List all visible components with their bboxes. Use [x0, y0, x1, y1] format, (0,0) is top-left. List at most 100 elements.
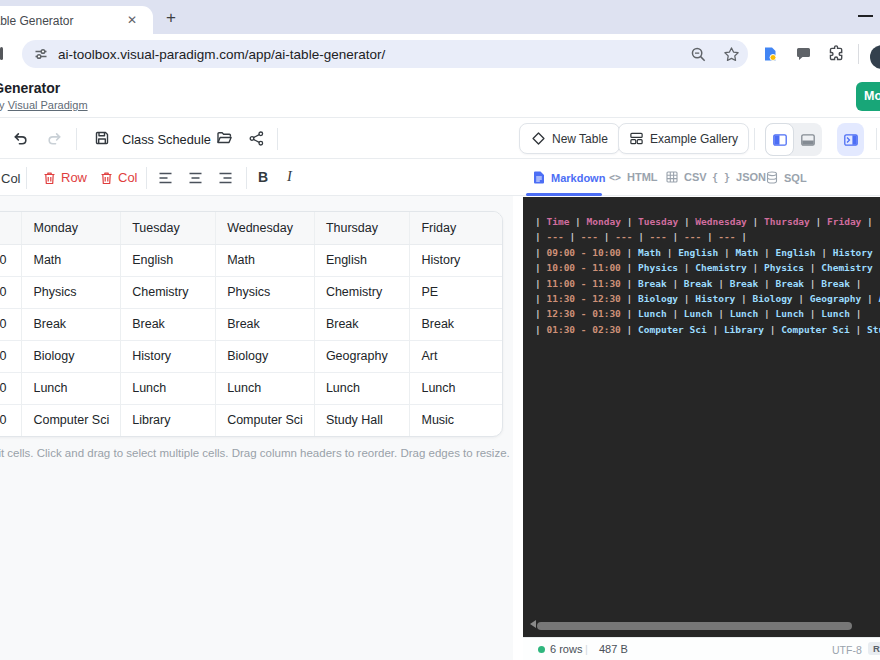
- format-badge[interactable]: RAW: [868, 642, 880, 655]
- time-cell[interactable]: 12:30 - 01:30: [0, 372, 22, 404]
- table-cell[interactable]: Math: [22, 244, 121, 276]
- chat-bubble-icon[interactable]: [796, 47, 811, 61]
- divider: [26, 167, 27, 189]
- visual-paradigm-link[interactable]: Visual Paradigm: [8, 99, 88, 111]
- delete-col-button[interactable]: Col: [100, 170, 138, 185]
- redo-icon[interactable]: [46, 130, 63, 147]
- table-cell[interactable]: English: [121, 244, 216, 276]
- split-vertical-button[interactable]: [765, 123, 794, 156]
- site-settings-icon[interactable]: [34, 47, 48, 61]
- bookmark-star-icon[interactable]: [723, 46, 740, 63]
- tab-close-icon[interactable]: ✕: [125, 13, 139, 27]
- table-row: 09:00 - 10:00MathEnglishMathEnglishHisto…: [0, 244, 502, 276]
- italic-button[interactable]: I: [287, 168, 292, 185]
- app-byline: by Visual Paradigm: [0, 99, 88, 111]
- new-table-button[interactable]: New Table: [519, 123, 620, 154]
- table-row: 11:30 - 12:30BiologyHistoryBiologyGeogra…: [0, 340, 502, 372]
- undo-icon[interactable]: [12, 130, 29, 147]
- table-cell[interactable]: Break: [216, 308, 315, 340]
- table-row: 12:30 - 01:30LunchLunchLunchLunchLunch: [0, 372, 502, 404]
- time-cell[interactable]: 01:30 - 02:30: [0, 404, 22, 436]
- active-tab-underline: [526, 193, 602, 196]
- time-cell[interactable]: 11:30 - 12:30: [0, 340, 22, 372]
- table-cell[interactable]: Biology: [216, 340, 315, 372]
- browser-tab[interactable]: AI Table Generator ✕: [0, 6, 153, 34]
- column-header[interactable]: Tuesday: [121, 212, 216, 244]
- new-tab-button[interactable]: +: [161, 8, 181, 28]
- example-gallery-button[interactable]: Example Gallery: [618, 123, 749, 154]
- tab-html[interactable]: <> HTML: [609, 171, 658, 183]
- column-header[interactable]: Time: [0, 212, 22, 244]
- time-cell[interactable]: 09:00 - 10:00: [0, 244, 22, 276]
- more-tools-button[interactable]: More Tools: [856, 82, 880, 111]
- table-cell[interactable]: Lunch: [22, 372, 121, 404]
- table-cell[interactable]: Chemistry: [314, 276, 410, 308]
- align-right-icon[interactable]: [218, 171, 233, 185]
- table-cell[interactable]: Geography: [314, 340, 410, 372]
- column-header[interactable]: Monday: [22, 212, 121, 244]
- divider: [246, 167, 247, 189]
- extensions-puzzle-icon[interactable]: [828, 45, 845, 62]
- insert-col-button[interactable]: Col: [1, 171, 21, 186]
- divider: |: [585, 643, 588, 655]
- scrollbar-left-arrow[interactable]: [526, 620, 536, 628]
- table-cell[interactable]: Math: [216, 244, 315, 276]
- table-cell[interactable]: History: [121, 340, 216, 372]
- table-cell[interactable]: Chemistry: [121, 276, 216, 308]
- table-cell[interactable]: Lunch: [216, 372, 315, 404]
- delete-row-button[interactable]: Row: [43, 170, 87, 185]
- table-cell[interactable]: Break: [22, 308, 121, 340]
- table-cell[interactable]: Break: [121, 308, 216, 340]
- table-row: 10:00 - 11:00PhysicsChemistryPhysicsChem…: [0, 276, 502, 308]
- url-text[interactable]: ai-toolbox.visual-paradigm.com/app/ai-ta…: [58, 47, 385, 62]
- column-header[interactable]: Friday: [410, 212, 502, 244]
- split-horizontal-button[interactable]: [794, 123, 822, 156]
- google-lens-icon[interactable]: [762, 46, 778, 62]
- table-cell[interactable]: Physics: [22, 276, 121, 308]
- horizontal-scrollbar[interactable]: [537, 622, 852, 630]
- table-cell[interactable]: Computer Sci: [216, 404, 315, 436]
- table-cell[interactable]: Art: [410, 340, 502, 372]
- table-cell[interactable]: English: [314, 244, 410, 276]
- table-cell[interactable]: Lunch: [314, 372, 410, 404]
- gallery-grid-icon: [629, 131, 644, 146]
- tab-sql[interactable]: SQL: [766, 171, 807, 184]
- code-preview-panel: | Time | Monday | Tuesday | Wednesday | …: [523, 197, 880, 637]
- column-header[interactable]: Thursday: [314, 212, 410, 244]
- table-cell[interactable]: Biology: [22, 340, 121, 372]
- table-cell[interactable]: Library: [121, 404, 216, 436]
- window-minimize-button[interactable]: [858, 15, 873, 17]
- align-left-icon[interactable]: [158, 171, 173, 185]
- divider: [754, 128, 755, 150]
- share-icon[interactable]: [249, 131, 264, 146]
- column-header[interactable]: Wednesday: [216, 212, 315, 244]
- table-cell[interactable]: Break: [410, 308, 502, 340]
- save-icon[interactable]: [94, 130, 110, 146]
- profile-avatar[interactable]: [870, 45, 880, 69]
- table-cell[interactable]: Break: [314, 308, 410, 340]
- open-folder-icon[interactable]: [216, 130, 233, 146]
- time-cell[interactable]: 10:00 - 11:00: [0, 276, 22, 308]
- bold-button[interactable]: B: [258, 169, 268, 185]
- table-cell[interactable]: History: [410, 244, 502, 276]
- code-icon: <>: [609, 172, 621, 183]
- align-center-icon[interactable]: [188, 171, 203, 185]
- time-cell[interactable]: 11:00 - 11:30: [0, 308, 22, 340]
- document-name[interactable]: Class Schedule: [122, 132, 211, 147]
- reload-icon[interactable]: [0, 47, 3, 60]
- divider: [146, 167, 147, 189]
- table-cell[interactable]: Lunch: [121, 372, 216, 404]
- zoom-out-icon[interactable]: [690, 46, 707, 63]
- table-cell[interactable]: Computer Sci: [22, 404, 121, 436]
- tab-csv[interactable]: CSV: [666, 171, 707, 183]
- byte-size: 487 B: [599, 643, 628, 655]
- toggle-right-panel-button[interactable]: [837, 123, 864, 156]
- table-cell[interactable]: Music: [410, 404, 502, 436]
- table-cell[interactable]: Lunch: [410, 372, 502, 404]
- table-cell[interactable]: Physics: [216, 276, 315, 308]
- table-cell[interactable]: PE: [410, 276, 502, 308]
- tab-json[interactable]: { } JSON: [712, 171, 766, 183]
- url-omnibox[interactable]: ai-toolbox.visual-paradigm.com/app/ai-ta…: [22, 40, 748, 68]
- table-cell[interactable]: Study Hall: [314, 404, 410, 436]
- tab-markdown[interactable]: Markdown: [533, 171, 605, 184]
